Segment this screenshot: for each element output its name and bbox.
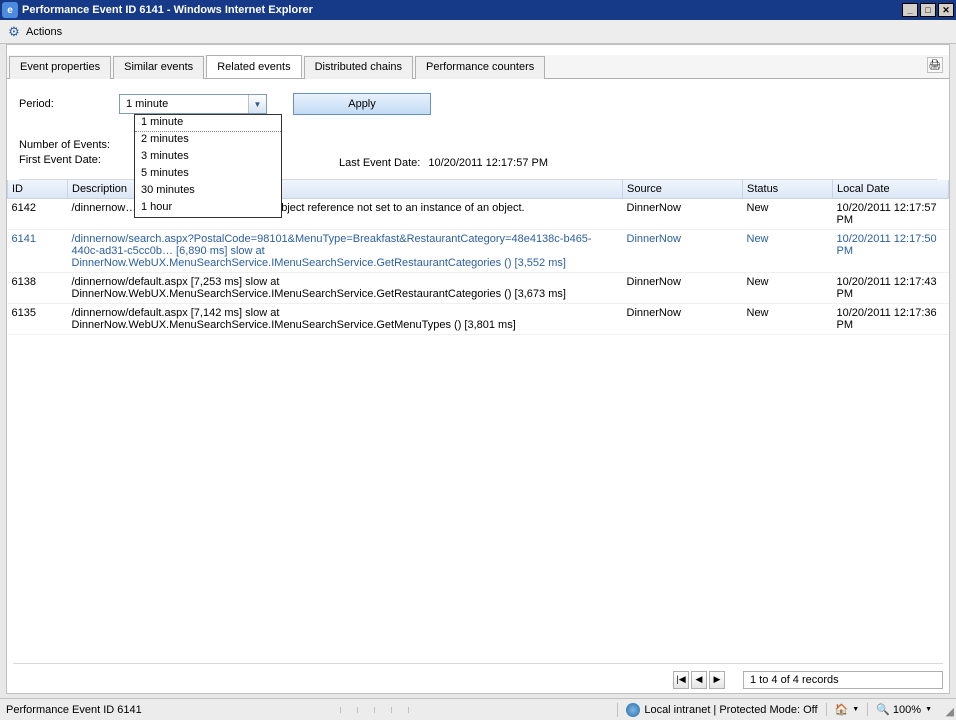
- period-option[interactable]: 5 minutes: [135, 166, 281, 183]
- minimize-button[interactable]: _: [902, 3, 918, 17]
- period-option[interactable]: 1 minute: [135, 115, 281, 132]
- cell-source: DinnerNow: [623, 273, 743, 304]
- resize-grip[interactable]: ◢: [940, 699, 956, 720]
- cell-id: 6135: [8, 304, 68, 335]
- cell-source: DinnerNow: [623, 199, 743, 230]
- apply-label: Apply: [348, 98, 376, 110]
- last-event-date-value: 10/20/2011 12:17:57 PM: [428, 157, 548, 169]
- status-cell: [374, 707, 391, 713]
- tab-event-properties[interactable]: Event properties: [9, 56, 111, 79]
- cell-status: New: [743, 199, 833, 230]
- page-next-button[interactable]: ▶: [709, 671, 725, 689]
- status-cell: [357, 707, 374, 713]
- cell-status: New: [743, 230, 833, 273]
- cell-date: 10/20/2011 12:17:50 PM: [833, 230, 949, 273]
- close-button[interactable]: ✕: [938, 3, 954, 17]
- table-row[interactable]: 6138/dinnernow/default.aspx [7,253 ms] s…: [8, 273, 949, 304]
- cell-status: New: [743, 273, 833, 304]
- magnifier-icon: 🔍: [876, 703, 890, 716]
- cell-status: New: [743, 304, 833, 335]
- window-titlebar: e Performance Event ID 6141 - Windows In…: [0, 0, 956, 20]
- apply-button[interactable]: Apply: [293, 93, 431, 115]
- last-event-date-label: Last Event Date:: [339, 157, 420, 169]
- cell-description: /dinnernow/search.aspx?PostalCode=98101&…: [68, 230, 623, 273]
- cell-id: 6141: [8, 230, 68, 273]
- col-id[interactable]: ID: [8, 180, 68, 199]
- tab-performance-counters[interactable]: Performance counters: [415, 56, 545, 79]
- tab-distributed-chains[interactable]: Distributed chains: [304, 56, 413, 79]
- gear-icon: ⚙: [6, 24, 22, 40]
- cell-description: /dinnernow/default.aspx [7,253 ms] slow …: [68, 273, 623, 304]
- ie-icon: e: [2, 2, 18, 18]
- tab-label: Related events: [217, 61, 290, 73]
- content-panel: Event properties Similar events Related …: [6, 44, 950, 694]
- status-cell: [391, 707, 408, 713]
- page-first-button[interactable]: |◀: [673, 671, 689, 689]
- table-row[interactable]: 6141/dinnernow/search.aspx?PostalCode=98…: [8, 230, 949, 273]
- col-source[interactable]: Source: [623, 180, 743, 199]
- status-bar: Performance Event ID 6141 Local intranet…: [0, 698, 956, 720]
- safety-dropdown[interactable]: 🏠 ▼: [826, 703, 868, 716]
- period-option[interactable]: 1 hour: [135, 200, 281, 217]
- cell-date: 10/20/2011 12:17:36 PM: [833, 304, 949, 335]
- period-label: Period:: [19, 98, 119, 110]
- chevron-down-icon: ▼: [925, 706, 932, 713]
- zoom-value: 100%: [893, 704, 921, 716]
- tab-label: Performance counters: [426, 61, 534, 73]
- cell-date: 10/20/2011 12:17:57 PM: [833, 199, 949, 230]
- col-status[interactable]: Status: [743, 180, 833, 199]
- status-left: Performance Event ID 6141: [0, 704, 340, 716]
- records-info: 1 to 4 of 4 records: [743, 671, 943, 689]
- status-cell: [408, 707, 425, 713]
- cell-id: 6142: [8, 199, 68, 230]
- chevron-down-icon: ▼: [852, 706, 859, 713]
- tab-label: Similar events: [124, 61, 193, 73]
- window-title: Performance Event ID 6141 - Windows Inte…: [22, 4, 900, 16]
- home-icon: 🏠: [835, 703, 849, 716]
- cell-source: DinnerNow: [623, 304, 743, 335]
- actions-label[interactable]: Actions: [26, 26, 62, 38]
- cell-source: DinnerNow: [623, 230, 743, 273]
- period-dropdown: 1 minute 2 minutes 3 minutes 5 minutes 3…: [134, 114, 282, 218]
- security-zone[interactable]: Local intranet | Protected Mode: Off: [617, 703, 825, 717]
- period-select[interactable]: 1 minute ▼: [119, 94, 267, 114]
- actions-bar: ⚙ Actions: [0, 20, 956, 44]
- cell-description: /dinnernow/default.aspx [7,142 ms] slow …: [68, 304, 623, 335]
- tab-similar-events[interactable]: Similar events: [113, 56, 204, 79]
- period-option[interactable]: 2 minutes: [135, 132, 281, 149]
- cell-date: 10/20/2011 12:17:43 PM: [833, 273, 949, 304]
- period-selected-value: 1 minute: [126, 98, 168, 110]
- print-icon[interactable]: 🖨: [927, 57, 943, 73]
- chevron-down-icon: ▼: [248, 95, 266, 113]
- page-prev-button[interactable]: ◀: [691, 671, 707, 689]
- tab-related-events[interactable]: Related events: [206, 55, 301, 78]
- table-row[interactable]: 6135/dinnernow/default.aspx [7,142 ms] s…: [8, 304, 949, 335]
- tab-label: Distributed chains: [315, 61, 402, 73]
- col-local-date[interactable]: Local Date: [833, 180, 949, 199]
- tab-label: Event properties: [20, 61, 100, 73]
- period-option[interactable]: 30 minutes: [135, 183, 281, 200]
- period-option[interactable]: 3 minutes: [135, 149, 281, 166]
- pagination: |◀ ◀ ▶ 1 to 4 of 4 records: [13, 663, 943, 689]
- zoom-control[interactable]: 🔍 100% ▼: [867, 703, 940, 716]
- filter-form: Period: 1 minute ▼ Apply 1 minute 2 minu…: [7, 79, 949, 180]
- zone-text: Local intranet | Protected Mode: Off: [644, 704, 817, 716]
- cell-id: 6138: [8, 273, 68, 304]
- globe-icon: [626, 703, 640, 717]
- tab-strip: Event properties Similar events Related …: [7, 55, 949, 79]
- status-cell: [340, 707, 357, 713]
- maximize-button[interactable]: □: [920, 3, 936, 17]
